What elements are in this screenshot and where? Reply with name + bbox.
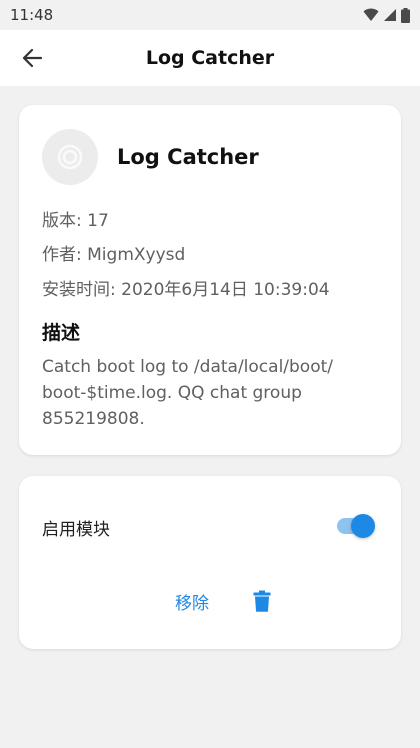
remove-module-button[interactable]: 移除 [143, 585, 303, 617]
battery-icon [401, 7, 410, 23]
back-button[interactable] [16, 42, 48, 74]
remove-label: 移除 [175, 593, 209, 614]
module-name: Log Catcher [117, 145, 259, 169]
trash-icon [253, 590, 271, 612]
module-version: 版本: 17 [42, 211, 109, 231]
module-install-time: 安装时间: 2020年6月14日 10:39:04 [42, 280, 330, 300]
cell-signal-icon [384, 9, 396, 21]
status-icons [363, 7, 410, 23]
module-author: 作者: MigmXyysd [42, 245, 186, 265]
enable-module-label: 启用模块 [42, 520, 110, 540]
description-text: Catch boot log to /data/local/boot/ boot… [42, 357, 334, 429]
module-info-card: Log Catcher 版本: 17 作者: MigmXyysd 安装时间: 2… [19, 105, 401, 455]
app-bar: Log Catcher [0, 30, 420, 86]
wifi-icon [363, 8, 379, 21]
module-avatar [42, 129, 98, 185]
module-controls-card: 启用模块 移除 [19, 476, 401, 649]
status-time: 11:48 [10, 6, 54, 24]
description-heading: 描述 [42, 322, 81, 344]
status-bar: 11:48 [0, 0, 420, 30]
enable-module-toggle[interactable] [337, 514, 375, 538]
module-ring-icon [57, 144, 83, 170]
page-title: Log Catcher [145, 47, 275, 69]
toggle-thumb [351, 514, 375, 538]
arrow-left-icon [22, 48, 43, 68]
